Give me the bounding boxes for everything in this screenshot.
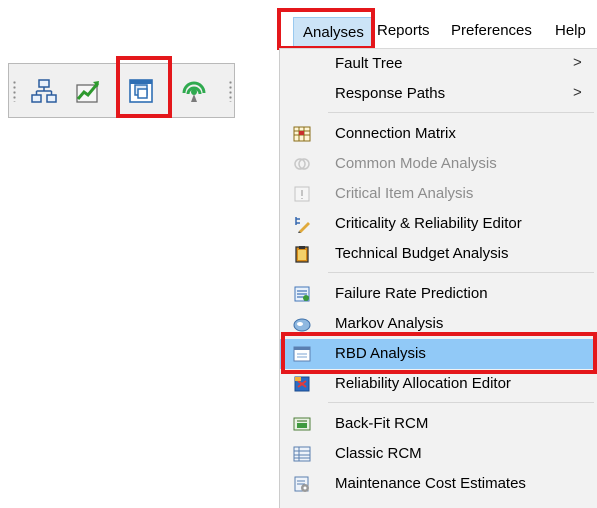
classic-rcm-icon <box>293 446 311 462</box>
toolbar-grip-end <box>229 80 232 102</box>
clipboard-icon <box>295 246 309 263</box>
allocation-editor-icon <box>294 376 310 392</box>
rbd-icon <box>293 346 311 362</box>
menu-item-label: Classic RCM <box>335 445 422 462</box>
common-mode-icon <box>294 158 310 170</box>
menu-item-response-paths[interactable]: Response Paths > <box>280 79 596 109</box>
menu-item-label: Criticality & Reliability Editor <box>335 215 522 232</box>
menu-item-back-fit-rcm[interactable]: Back-Fit RCM <box>280 409 596 439</box>
criticality-editor-icon <box>295 217 310 233</box>
menu-item-classic-rcm[interactable]: Classic RCM <box>280 439 596 469</box>
menu-item-failure-rate-prediction[interactable]: Failure Rate Prediction <box>280 279 596 309</box>
signal-antenna-icon <box>182 81 206 102</box>
menu-separator <box>328 112 594 113</box>
toolbar <box>8 63 235 118</box>
menu-item-label: Critical Item Analysis <box>335 185 474 202</box>
menu-separator <box>328 272 594 273</box>
toolbar-button-trend[interactable] <box>71 74 105 108</box>
menu-item-label: Technical Budget Analysis <box>335 245 509 262</box>
back-fit-icon <box>293 417 311 431</box>
analyses-dropdown-menu: Fault Tree > Response Paths > Connection… <box>279 48 597 508</box>
toolbar-button-hierarchy[interactable] <box>27 74 61 108</box>
hierarchy-tree-icon <box>31 79 57 103</box>
menu-item-criticality-reliability-editor[interactable]: Criticality & Reliability Editor <box>280 209 596 239</box>
markov-icon <box>293 318 311 332</box>
menu-item-fault-tree[interactable]: Fault Tree > <box>280 49 596 79</box>
menu-item-markov-analysis[interactable]: Markov Analysis <box>280 309 596 339</box>
menu-separator <box>328 402 594 403</box>
toolbar-button-signal[interactable] <box>177 74 211 108</box>
menu-item-label: Connection Matrix <box>335 125 456 142</box>
critical-item-icon <box>294 186 310 202</box>
menu-preferences[interactable]: Preferences <box>451 22 532 39</box>
menu-bar: Analyses Reports Preferences Help <box>279 12 597 48</box>
maintenance-cost-icon <box>294 476 309 492</box>
connection-matrix-icon <box>293 126 311 142</box>
menu-item-rbd-analysis[interactable]: RBD Analysis <box>280 339 596 369</box>
menu-item-label: Response Paths <box>335 85 446 102</box>
menu-item-label: Common Mode Analysis <box>335 155 497 172</box>
menu-item-label: Failure Rate Prediction <box>335 285 488 302</box>
menu-analyses[interactable]: Analyses <box>293 17 374 47</box>
menu-item-technical-budget-analysis[interactable]: Technical Budget Analysis <box>280 239 596 269</box>
menu-item-critical-item-analysis[interactable]: Critical Item Analysis <box>280 179 596 209</box>
menu-item-label: Markov Analysis <box>335 315 444 332</box>
menu-item-common-mode-analysis[interactable]: Common Mode Analysis <box>280 149 596 179</box>
submenu-arrow-icon: > <box>573 54 582 71</box>
menu-help[interactable]: Help <box>555 22 586 39</box>
menu-item-label: Maintenance Cost Estimates <box>335 475 526 492</box>
menu-item-label: RBD Analysis <box>335 345 426 362</box>
menu-reports[interactable]: Reports <box>377 22 430 39</box>
menu-item-maintenance-cost-estimates[interactable]: Maintenance Cost Estimates <box>280 469 596 499</box>
trend-chart-icon <box>76 81 100 103</box>
menu-item-reliability-allocation-editor[interactable]: Reliability Allocation Editor <box>280 369 596 399</box>
failure-rate-icon <box>294 286 310 302</box>
menu-item-label: Reliability Allocation Editor <box>335 375 511 392</box>
toolbar-button-rbd[interactable] <box>124 74 158 108</box>
rbd-window-icon <box>129 79 153 103</box>
submenu-arrow-icon: > <box>573 84 582 101</box>
menu-item-label: Back-Fit RCM <box>335 415 429 432</box>
toolbar-grip[interactable] <box>13 80 16 102</box>
menu-item-label: Fault Tree <box>335 55 403 72</box>
menu-item-connection-matrix[interactable]: Connection Matrix <box>280 119 596 149</box>
